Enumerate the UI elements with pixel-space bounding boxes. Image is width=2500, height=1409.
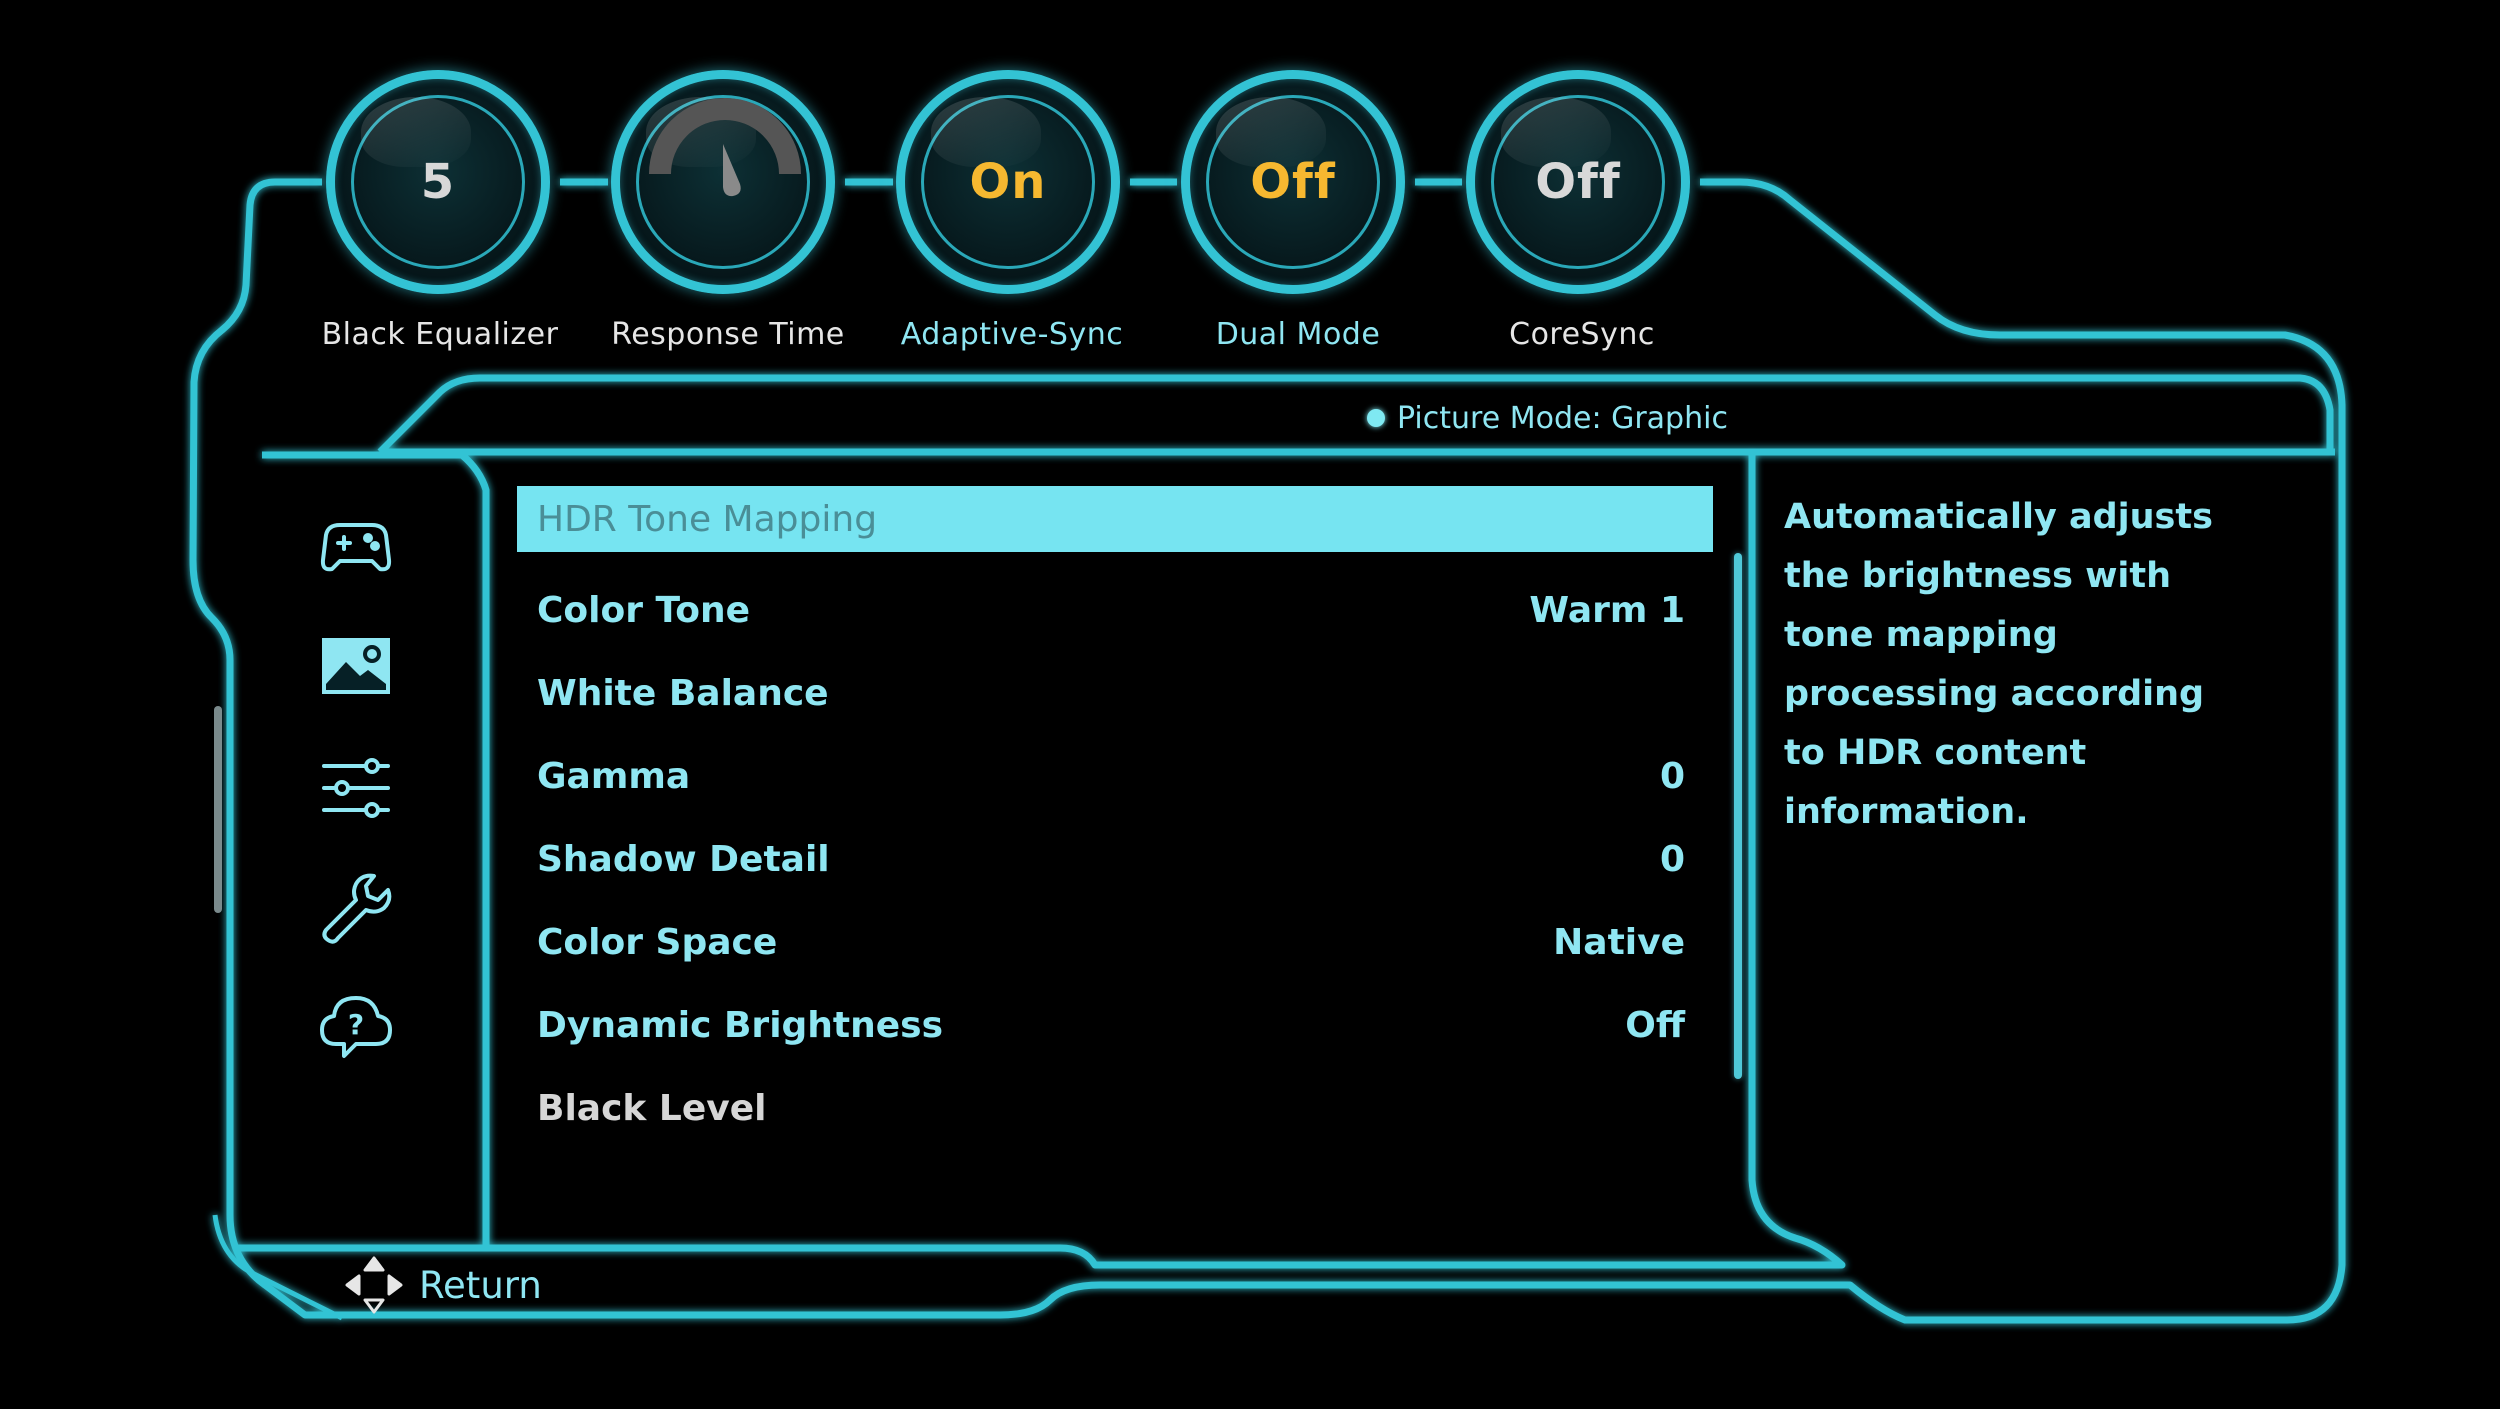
status-dot-icon (1367, 409, 1385, 427)
menu-item-label: Black Level (537, 1088, 767, 1129)
dual-mode-value: Off (1250, 154, 1336, 210)
dual-mode-dial[interactable]: Off (1181, 70, 1405, 294)
menu-item-label: Gamma (537, 756, 691, 797)
return-label: Return (419, 1263, 542, 1307)
menu-scrollbar[interactable] (1734, 553, 1742, 1079)
cloud-help-icon[interactable]: ? (316, 984, 396, 1064)
adaptive-sync-dial[interactable]: On (896, 70, 1120, 294)
menu-item-label: Color Tone (537, 590, 751, 631)
adaptive-sync-value: On (969, 154, 1047, 210)
menu-item-gamma[interactable]: Gamma 0 (517, 735, 1713, 818)
menu-item-label: Color Space (537, 922, 778, 963)
menu-item-color-space[interactable]: Color Space Native (517, 901, 1713, 984)
gamepad-icon[interactable] (316, 505, 396, 585)
menu-item-black-level[interactable]: Black Level (517, 1067, 1713, 1150)
coresync-label: CoreSync (1509, 317, 1655, 352)
menu-item-value: Native (1553, 922, 1685, 963)
picture-mode-text: Picture Mode: Graphic (1397, 400, 1728, 436)
menu-item-value: Off (1625, 1005, 1685, 1046)
coresync-dial[interactable]: Off (1466, 70, 1690, 294)
dual-mode-label: Dual Mode (1215, 317, 1381, 352)
sliders-icon[interactable] (316, 748, 396, 828)
menu-item-label: HDR Tone Mapping (537, 498, 878, 540)
menu-item-white-balance[interactable]: White Balance (517, 652, 1713, 735)
menu-item-value: 0 (1659, 839, 1685, 880)
menu-item-value: Warm 1 (1529, 590, 1685, 631)
picture-menu-list: HDR Tone Mapping Color Tone Warm 1 White… (517, 486, 1713, 1150)
menu-item-label: Shadow Detail (537, 839, 830, 880)
black-equalizer-dial[interactable]: 5 (326, 70, 550, 294)
help-description: Automatically adjusts the brightness wit… (1784, 497, 2213, 832)
menu-item-label: White Balance (537, 673, 829, 714)
response-time-dial[interactable] (611, 70, 835, 294)
adaptive-sync-label: Adaptive-Sync (900, 317, 1124, 352)
menu-item-shadow-detail[interactable]: Shadow Detail 0 (517, 818, 1713, 901)
menu-item-color-tone[interactable]: Color Tone Warm 1 (517, 569, 1713, 652)
wrench-icon[interactable] (316, 868, 396, 948)
black-equalizer-value: 5 (420, 154, 456, 210)
coresync-value: Off (1535, 154, 1621, 210)
menu-item-value: 0 (1659, 756, 1685, 797)
menu-item-dynamic-brightness[interactable]: Dynamic Brightness Off (517, 984, 1713, 1067)
sidebar-scrollbar[interactable] (214, 706, 222, 913)
picture-mode-status: Picture Mode: Graphic (1367, 396, 1728, 440)
menu-item-label: Dynamic Brightness (537, 1005, 944, 1046)
menu-item-hdr-tone-mapping[interactable]: HDR Tone Mapping (517, 486, 1713, 552)
picture-icon[interactable] (316, 626, 396, 706)
response-time-value (620, 79, 826, 285)
black-equalizer-label: Black Equalizer (321, 317, 559, 352)
directional-pad-icon (345, 1256, 403, 1314)
svg-text:?: ? (348, 1008, 364, 1041)
return-button[interactable]: Return (343, 1255, 542, 1315)
response-time-label: Response Time (611, 317, 845, 352)
